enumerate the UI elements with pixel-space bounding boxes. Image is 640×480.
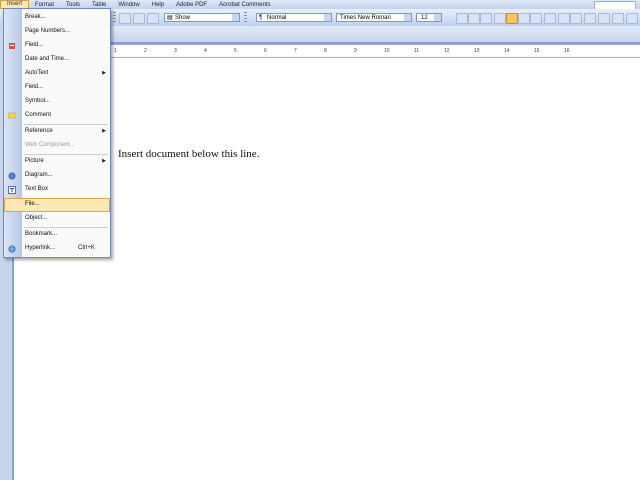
horizontal-ruler[interactable]: 1 2 3 4 5 6 7 8 9 10 11 12 13 14 15 16: [110, 44, 640, 58]
menu-item-label: Bookmark...: [25, 231, 58, 237]
numbering-icon[interactable]: [558, 13, 570, 24]
menu-table[interactable]: Table: [86, 2, 112, 8]
style-icon: ¶: [259, 15, 263, 21]
menu-acrobat-comments[interactable]: Acrobat Comments: [213, 2, 276, 8]
line-spacing-icon[interactable]: [544, 13, 556, 24]
ruler-tick: 5: [234, 48, 237, 54]
document-text[interactable]: Insert document below this line.: [118, 148, 259, 160]
highlight-icon[interactable]: [598, 13, 610, 24]
ruler-tick: 8: [324, 48, 327, 54]
ruler-tick: 9: [354, 48, 357, 54]
align-right-icon[interactable]: [518, 13, 530, 24]
menu-item-label: Break...: [25, 14, 46, 20]
menu-tools[interactable]: Tools: [60, 2, 86, 8]
ruler-tick: 15: [534, 48, 540, 54]
ruler-tick: 7: [294, 48, 297, 54]
underline-icon[interactable]: [480, 13, 492, 24]
ruler-tick: 16: [564, 48, 570, 54]
style-value: Normal: [267, 15, 287, 21]
ruler-tick: 14: [504, 48, 510, 54]
show-icon: ▤: [167, 15, 173, 21]
new-icon[interactable]: [119, 13, 131, 24]
ruler-tick: 13: [474, 48, 480, 54]
align-left-icon[interactable]: [494, 13, 506, 24]
ruler-tick: 6: [264, 48, 267, 54]
menu-window[interactable]: Window: [112, 2, 145, 8]
menu-help[interactable]: Help: [146, 2, 170, 8]
menu-item-page-numbers[interactable]: Page Numbers...: [4, 25, 110, 39]
ruler-tick: 10: [384, 48, 390, 54]
font-size-value: 12: [421, 15, 428, 21]
submenu-arrow-icon: ▶: [102, 128, 106, 134]
font-value: Times New Roman: [340, 15, 391, 21]
menu-item-break[interactable]: Break...: [4, 11, 110, 25]
menu-item-label: Text Box: [25, 186, 49, 192]
bold-icon[interactable]: [456, 13, 468, 24]
ruler-tick: 11: [414, 48, 420, 54]
toolbar-grip[interactable]: [113, 12, 116, 23]
menu-item-label: Hyperlink...: [25, 245, 56, 251]
diagram-icon: [8, 172, 16, 180]
ruler-tick: 12: [444, 48, 450, 54]
menu-item-shortcut: Ctrl+K: [78, 245, 95, 251]
open-icon[interactable]: [133, 13, 145, 24]
menu-item-picture[interactable]: Picture ▶: [4, 155, 110, 169]
hyperlink-icon: [8, 245, 16, 253]
indent-icon[interactable]: [584, 13, 596, 24]
menu-item-file[interactable]: File...: [4, 198, 110, 212]
font-dropdown[interactable]: Times New Roman: [336, 13, 412, 22]
menu-item-label: AutoText: [25, 70, 49, 76]
submenu-arrow-icon: ▶: [102, 70, 106, 76]
menu-item-label: Picture: [25, 158, 44, 164]
menu-item-label: Comment: [25, 112, 52, 118]
ruler-tick: 4: [204, 48, 207, 54]
ruler-tick: 3: [174, 48, 177, 54]
font-color-icon[interactable]: [612, 13, 624, 24]
toolbar-options-icon[interactable]: [626, 13, 638, 24]
menu-item-field-2[interactable]: Field...: [4, 81, 110, 95]
menu-item-label: Object...: [25, 215, 48, 221]
menu-item-diagram[interactable]: Diagram...: [4, 169, 110, 183]
style-dropdown[interactable]: ¶ Normal: [256, 13, 332, 22]
menu-format[interactable]: Format: [29, 2, 60, 8]
menu-item-field[interactable]: Field...: [4, 39, 110, 53]
textbox-icon: [8, 186, 16, 194]
insert-menu: Break... Page Numbers... Field... Date a…: [3, 8, 111, 258]
menu-item-label: Page Numbers...: [25, 28, 71, 34]
menu-item-label: File...: [25, 201, 40, 207]
justify-icon[interactable]: [530, 13, 542, 24]
save-icon[interactable]: [147, 13, 159, 24]
field-icon: [8, 42, 16, 50]
menu-item-comment[interactable]: Comment: [4, 109, 110, 123]
italic-icon[interactable]: [468, 13, 480, 24]
show-dropdown[interactable]: ▤ Show: [164, 13, 240, 22]
ask-question-box[interactable]: [594, 1, 636, 9]
menu-item-web-component: Web Component...: [4, 139, 110, 153]
menu-item-object[interactable]: Object...: [4, 212, 110, 226]
menu-adobe-pdf[interactable]: Adobe PDF: [170, 2, 213, 8]
show-label: Show: [175, 15, 191, 21]
menu-item-symbol[interactable]: Symbol...: [4, 95, 110, 109]
menu-item-text-box[interactable]: Text Box: [4, 183, 110, 197]
menu-item-bookmark[interactable]: Bookmark...: [4, 228, 110, 242]
menu-item-reference[interactable]: Reference ▶: [4, 125, 110, 139]
menu-item-label: Web Component...: [25, 142, 75, 148]
bullets-icon[interactable]: [570, 13, 582, 24]
menu-item-label: Reference: [25, 128, 53, 134]
toolbar-grip[interactable]: [244, 12, 247, 23]
menu-item-date-time[interactable]: Date and Time...: [4, 53, 110, 67]
ruler-tick: 1: [114, 48, 117, 54]
menu-item-label: Date and Time...: [25, 56, 70, 62]
ruler-tick: 2: [144, 48, 147, 54]
menu-item-hyperlink[interactable]: Hyperlink... Ctrl+K: [4, 242, 110, 256]
menu-item-label: Symbol...: [25, 98, 51, 104]
align-center-icon[interactable]: [506, 13, 518, 24]
menu-item-label: Field...: [25, 42, 44, 48]
menu-item-label: Field...: [25, 84, 44, 90]
font-size-dropdown[interactable]: 12: [416, 13, 442, 22]
menu-item-label: Diagram...: [25, 172, 53, 178]
menu-item-autotext[interactable]: AutoText ▶: [4, 67, 110, 81]
comment-icon: [7, 112, 17, 120]
submenu-arrow-icon: ▶: [102, 158, 106, 164]
